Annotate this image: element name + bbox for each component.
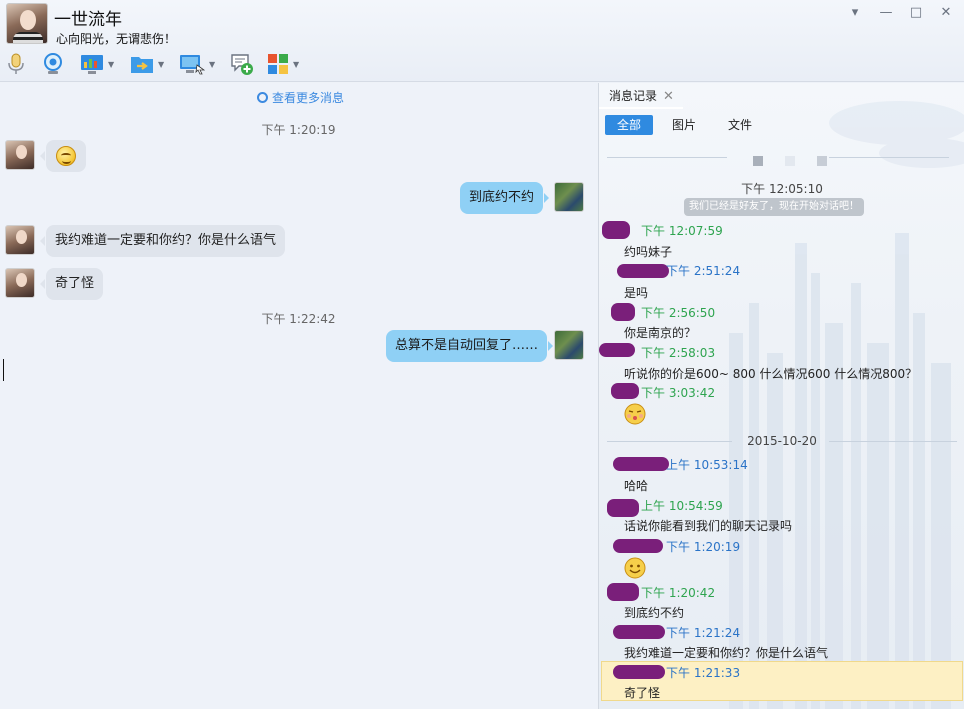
divider <box>829 441 957 442</box>
history-entry-time: 下午 12:07:59 <box>641 224 723 238</box>
history-entry-text: 你是南京的？ <box>624 326 697 340</box>
message-bubble-outgoing[interactable]: 到底约不约 <box>460 182 550 214</box>
history-entry-time: 下午 1:21:24 <box>666 626 741 640</box>
redacted-name <box>611 303 635 321</box>
history-entry-time: 下午 2:58:03 <box>641 346 716 360</box>
redacted-name <box>607 499 639 517</box>
message-bubble-incoming[interactable]: 我约难道一定要和你约？你是什么语气 <box>39 225 286 257</box>
time-separator: 下午 1:20:19 <box>261 123 336 137</box>
message-bubble-incoming[interactable]: 奇了怪 <box>39 268 104 300</box>
message-bubble-incoming[interactable] <box>40 140 86 172</box>
history-entry-text: 话说你能看到我们的聊天记录吗 <box>624 519 793 533</box>
chat-message-area[interactable]: 查看更多消息 下午 1:20:19 到底约不约 我约难道一定要和你约？你是什么语… <box>0 83 597 709</box>
chevron-down-icon[interactable]: ▾ <box>846 4 864 22</box>
history-entry-time: 下午 3:03:42 <box>641 386 716 400</box>
history-entry-time: 下午 2:56:50 <box>641 306 716 320</box>
close-tab-icon[interactable]: ✕ <box>663 89 674 104</box>
time-separator: 下午 1:22:42 <box>261 312 336 326</box>
tab-label: 消息记录 <box>609 89 658 103</box>
history-entry-text: 奇了怪 <box>624 686 661 700</box>
voice-call-icon[interactable] <box>6 52 26 76</box>
contact-avatar[interactable] <box>6 3 48 44</box>
screen-share-icon[interactable]: ▼ <box>80 52 114 76</box>
view-more-messages-link[interactable]: 查看更多消息 <box>257 89 344 106</box>
history-entry-time: 上午 10:54:59 <box>641 499 723 513</box>
history-entry-text: 我约难道一定要和你约？你是什么语气 <box>624 646 829 660</box>
clock-icon <box>257 92 268 103</box>
my-avatar-small[interactable] <box>554 182 584 212</box>
redacted-name <box>613 457 669 471</box>
chat-window-header: 一世流年 心向阳光，无谓悲伤！ ▾ — □ ✕ ▼ ▼ ▼ ▼ <box>0 0 964 82</box>
minimize-icon[interactable]: — <box>877 4 895 22</box>
video-call-icon[interactable] <box>42 52 64 76</box>
contact-avatar-small[interactable] <box>5 140 35 170</box>
redacted-name <box>617 264 669 278</box>
redacted-name <box>611 383 639 399</box>
history-entry-time: 下午 1:20:42 <box>641 586 716 600</box>
text-cursor <box>3 359 4 381</box>
redacted-name <box>607 583 639 601</box>
redacted-name <box>599 343 635 357</box>
divider <box>829 157 949 158</box>
contact-avatar-small[interactable] <box>5 268 35 298</box>
history-time: 下午 12:05:10 <box>741 182 823 196</box>
redacted-name <box>613 539 663 553</box>
filter-all[interactable]: 全部 <box>605 115 654 135</box>
divider <box>607 157 727 158</box>
message-bubble-outgoing[interactable]: 总算不是自动回复了…… <box>386 330 554 362</box>
remote-desktop-icon[interactable]: ▼ <box>179 52 215 76</box>
tab-message-history[interactable]: 消息记录 ✕ <box>599 83 683 109</box>
history-entry-time: 下午 1:20:19 <box>666 540 741 554</box>
maximize-icon[interactable]: □ <box>907 4 925 22</box>
friend-added-notice: 我们已经是好友了，现在开始对话吧！ <box>684 198 864 216</box>
redacted-name <box>613 625 665 639</box>
my-avatar-small[interactable] <box>554 330 584 360</box>
contact-avatar-small[interactable] <box>5 225 35 255</box>
create-discussion-icon[interactable] <box>230 52 254 76</box>
smile-emoji <box>56 145 76 166</box>
history-entry-text: 是吗 <box>624 286 649 300</box>
message-history-panel[interactable]: 消息记录 ✕ 全部 图片 文件 下午 12:05:10 我们已经是好友了，现在开始… <box>598 83 964 709</box>
filter-images[interactable]: 图片 <box>660 115 708 135</box>
history-entry-time: 下午 2:51:24 <box>666 264 741 278</box>
history-entry-text: 到底约不约 <box>624 606 685 620</box>
redacted-name <box>602 221 630 239</box>
history-entry-time: 下午 1:21:33 <box>666 666 741 680</box>
contact-signature: 心向阳光，无谓悲伤！ <box>56 32 177 46</box>
close-icon[interactable]: ✕ <box>937 4 955 22</box>
redacted-name <box>613 665 665 679</box>
send-file-icon[interactable]: ▼ <box>130 52 164 76</box>
apps-grid-icon[interactable]: ▼ <box>267 52 299 76</box>
history-entry-text: 哈哈 <box>624 479 649 493</box>
contact-name[interactable]: 一世流年 <box>54 5 122 30</box>
history-entry-text: 听说你的价是600~ 800 什么情况600 什么情况800？ <box>624 367 918 381</box>
smile-emoji <box>624 557 646 579</box>
history-entry-text: 约吗妹子 <box>624 245 673 259</box>
kiss-emoji <box>624 403 646 425</box>
view-more-label: 查看更多消息 <box>272 91 345 105</box>
filter-files[interactable]: 文件 <box>716 115 764 135</box>
history-entry-time: 上午 10:53:14 <box>666 458 748 472</box>
